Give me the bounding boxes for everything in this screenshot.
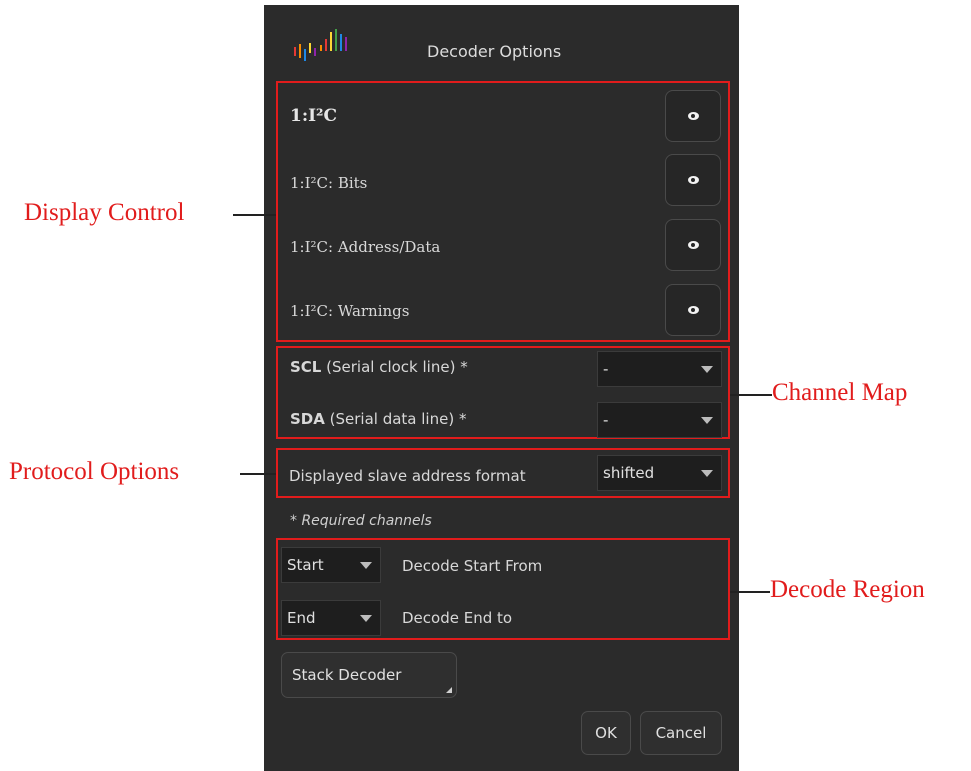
decoder-row-label: 1:I²C: Bits	[290, 174, 368, 192]
cancel-label: Cancel	[655, 724, 707, 742]
chevron-down-icon	[701, 417, 713, 424]
slave-address-format-label: Displayed slave address format	[289, 467, 526, 485]
channel-key: SCL	[290, 358, 322, 376]
sda-channel-select[interactable]: -	[597, 402, 722, 438]
chevron-down-icon	[360, 562, 372, 569]
toggle-visibility-button[interactable]	[665, 154, 721, 206]
decode-end-select[interactable]: End	[281, 600, 381, 636]
decode-end-label: Decode End to	[402, 609, 513, 627]
select-value: Start	[287, 556, 324, 574]
decoder-row-label: 1:I²C: Address/Data	[290, 238, 441, 256]
channel-desc: (Serial data line) *	[324, 410, 467, 428]
ok-button[interactable]: OK	[581, 711, 631, 755]
decode-start-select[interactable]: Start	[281, 547, 381, 583]
channel-desc: (Serial clock line) *	[321, 358, 468, 376]
annotation-channel-map: Channel Map	[772, 379, 908, 406]
dropdown-corner-icon	[446, 687, 452, 693]
toggle-visibility-button[interactable]	[665, 284, 721, 336]
annotation-leader-line	[730, 591, 770, 593]
decoder-row-label: 1:I²C: Warnings	[290, 302, 410, 320]
annotation-leader-line	[730, 394, 772, 396]
toggle-visibility-button[interactable]	[665, 219, 721, 271]
annotation-protocol-options: Protocol Options	[9, 458, 180, 485]
select-value: -	[603, 360, 609, 378]
channel-key: SDA	[290, 410, 325, 428]
chevron-down-icon	[701, 366, 713, 373]
stack-decoder-label: Stack Decoder	[292, 666, 402, 684]
decode-start-label: Decode Start From	[402, 557, 543, 575]
select-value: shifted	[603, 464, 655, 482]
chevron-down-icon	[701, 470, 713, 477]
cancel-button[interactable]: Cancel	[640, 711, 722, 755]
annotation-display-control: Display Control	[24, 199, 185, 226]
decoder-row-label: 1:I²C	[290, 106, 338, 126]
channel-label-sda: SDA (Serial data line) *	[290, 410, 466, 428]
scl-channel-select[interactable]: -	[597, 351, 722, 387]
select-value: End	[287, 609, 316, 627]
annotation-leader-line	[240, 473, 276, 475]
eye-icon	[687, 112, 699, 120]
chevron-down-icon	[360, 615, 372, 622]
eye-icon	[687, 241, 699, 249]
eye-icon	[687, 176, 699, 184]
app-logo-icon	[294, 29, 347, 61]
ok-label: OK	[595, 724, 617, 742]
eye-icon	[687, 306, 699, 314]
annotation-decode-region: Decode Region	[770, 576, 925, 603]
stack-decoder-button[interactable]: Stack Decoder	[281, 652, 457, 698]
dialog-title: Decoder Options	[427, 42, 562, 61]
slave-address-format-select[interactable]: shifted	[597, 455, 722, 491]
select-value: -	[603, 411, 609, 429]
annotation-leader-line	[233, 214, 276, 216]
toggle-visibility-button[interactable]	[665, 90, 721, 142]
required-channels-note: * Required channels	[290, 513, 432, 529]
channel-label-scl: SCL (Serial clock line) *	[290, 358, 468, 376]
